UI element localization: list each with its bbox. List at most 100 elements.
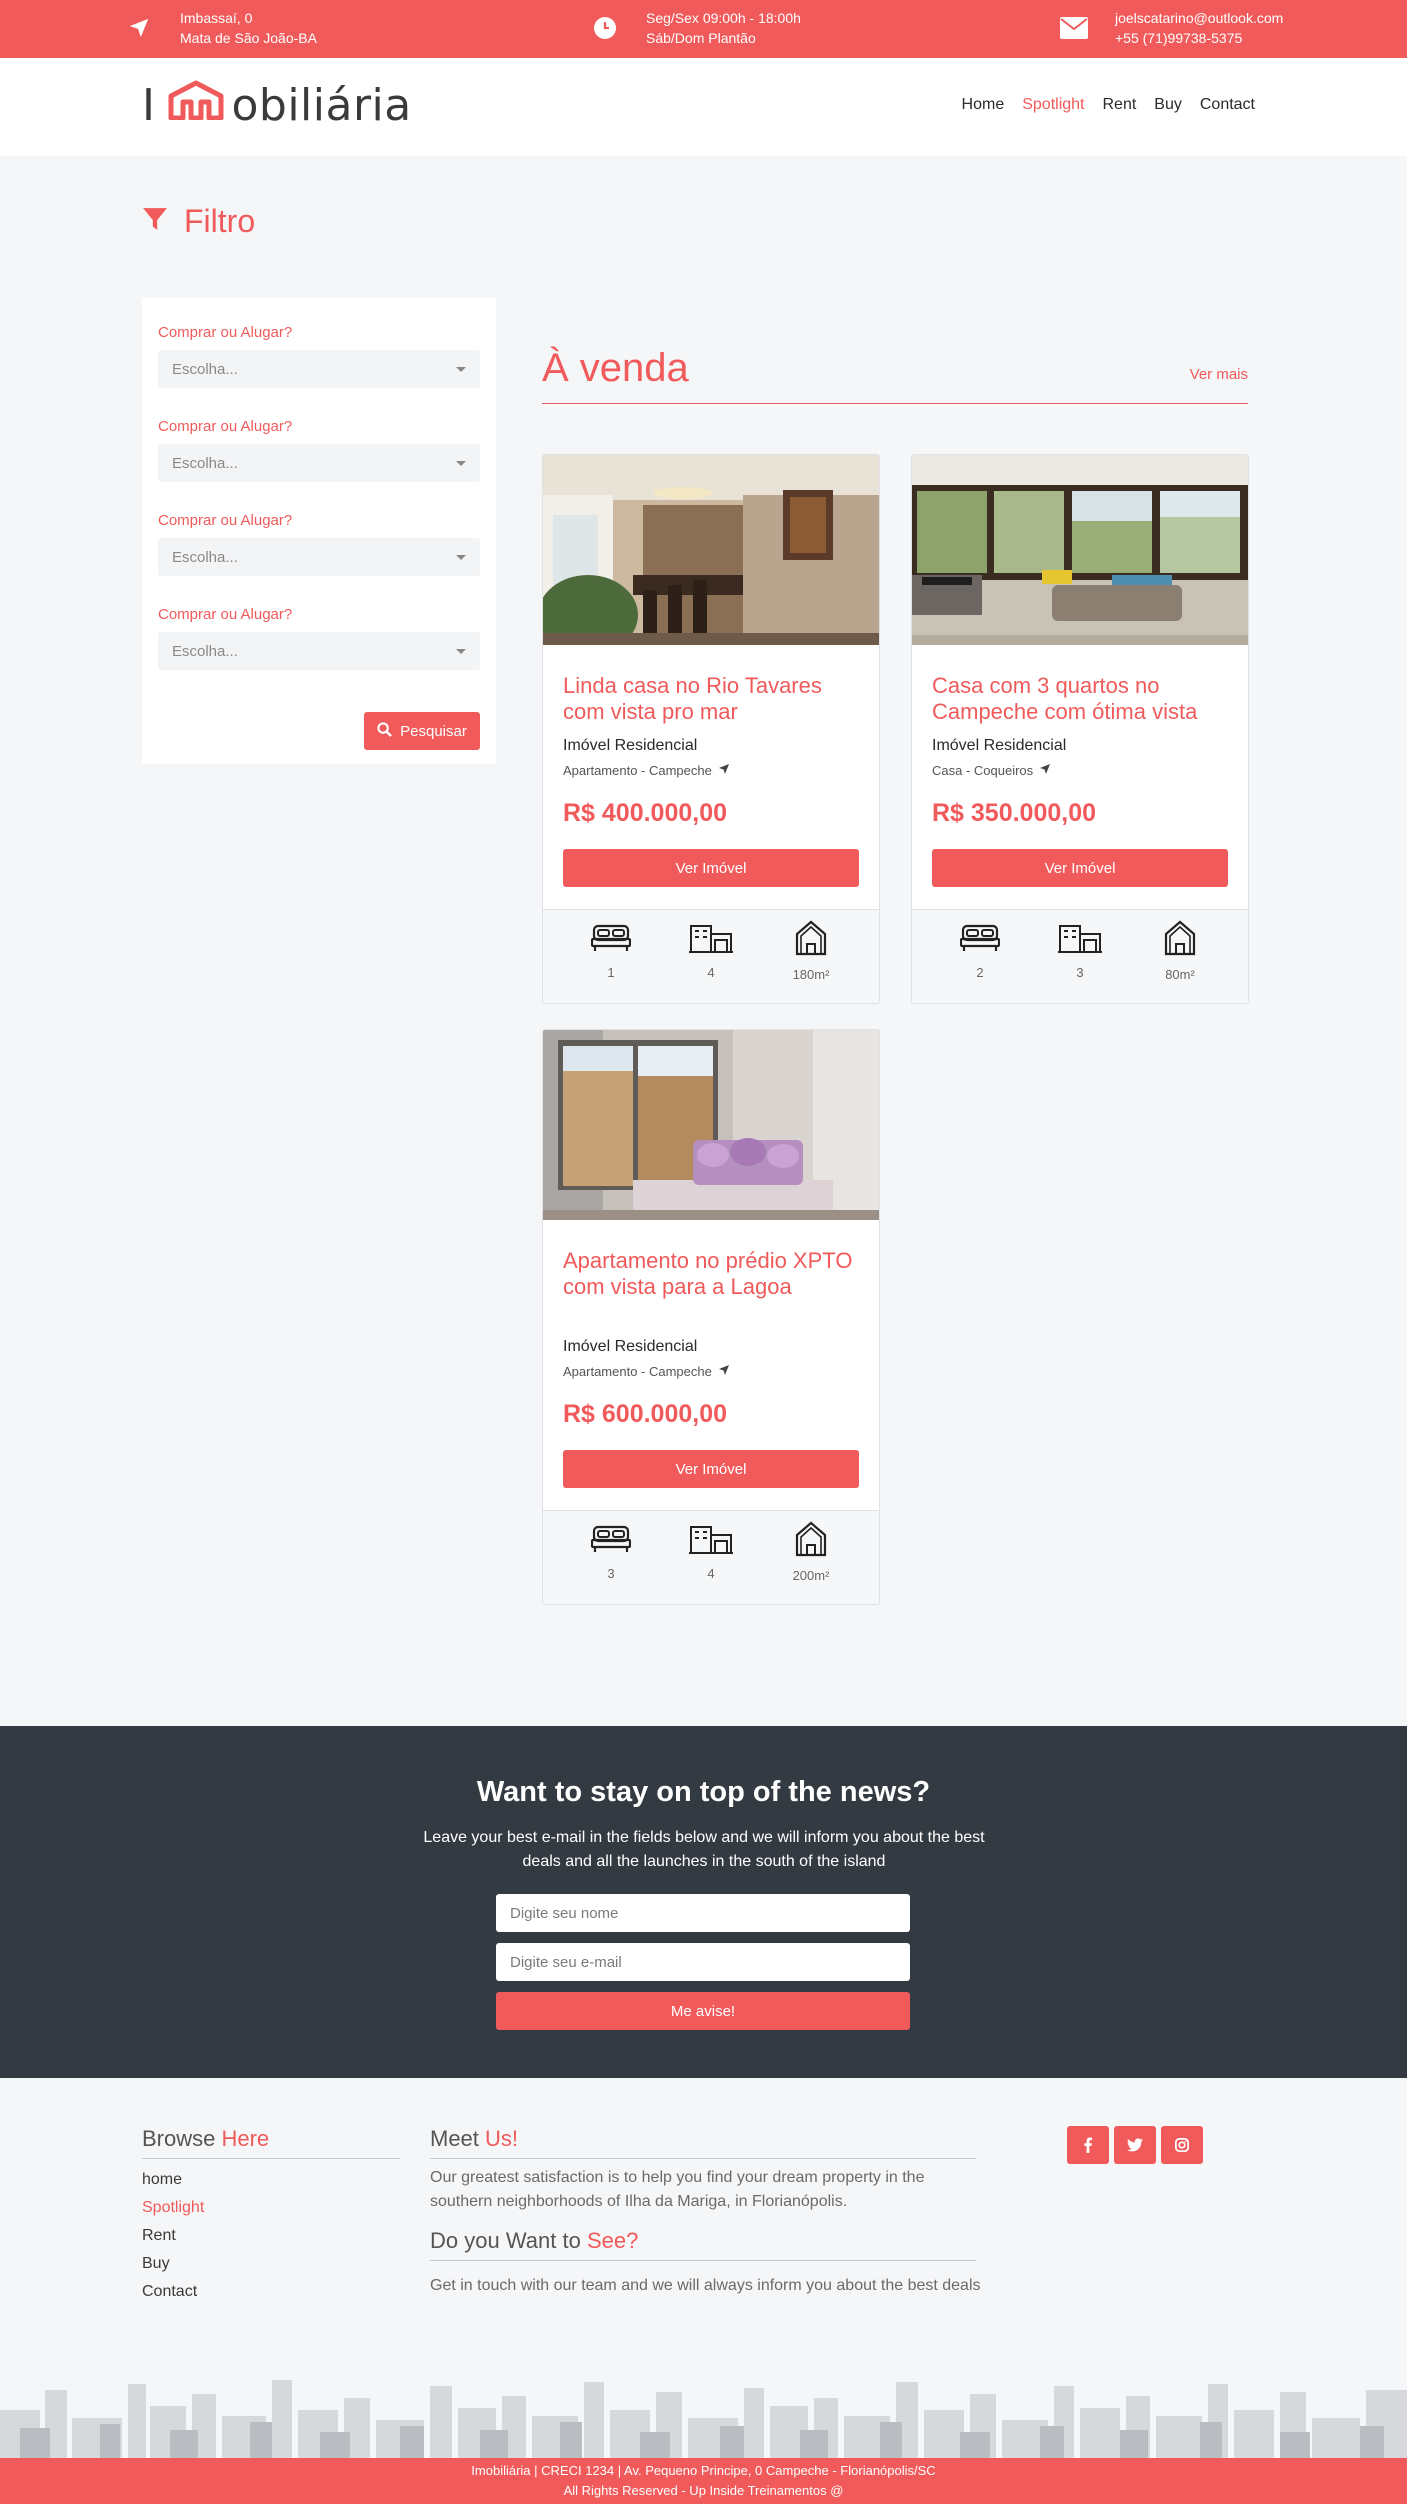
filter-group: Comprar ou Alugar? Escolha... (158, 418, 480, 482)
filter-group: Comprar ou Alugar? Escolha... (158, 324, 480, 388)
bedrooms-feature: 2 (950, 920, 1010, 980)
footer-link-contact[interactable]: Contact (142, 2278, 204, 2306)
filter-select[interactable]: Escolha... (158, 538, 480, 576)
area-value: 80m² (1165, 967, 1195, 982)
contact-email[interactable]: joelscatarino@outlook.com (1115, 8, 1283, 28)
nav-buy[interactable]: Buy (1154, 96, 1182, 114)
newsletter-email-input[interactable]: Digite seu e-mail (496, 1943, 910, 1981)
address-line-2: Mata de São João-BA (180, 30, 317, 46)
property-photo[interactable] (912, 455, 1248, 645)
see-heading-b: See? (586, 2228, 639, 2253)
search-icon (377, 721, 393, 741)
clock-icon (590, 13, 620, 43)
bedrooms-feature: 1 (581, 920, 641, 980)
property-type: Imóvel Residencial (563, 1338, 698, 1355)
facebook-icon[interactable] (1067, 2126, 1109, 2164)
garage-count: 4 (707, 965, 715, 980)
nav-rent[interactable]: Rent (1102, 96, 1136, 114)
hours-info: Seg/Sex 09:00h - 18:00h Sáb/Dom Plantão (590, 8, 801, 48)
bed-icon (959, 924, 1001, 951)
filter-label: Comprar ou Alugar? (158, 324, 293, 341)
filter-icon (142, 203, 168, 240)
property-features: 1 4 180m² (543, 909, 879, 1003)
property-price: R$ 400.000,00 (563, 799, 728, 827)
instagram-icon[interactable] (1161, 2126, 1203, 2164)
property-type: Imóvel Residencial (932, 737, 1067, 754)
bed-icon (590, 924, 632, 951)
caret-down-icon (456, 366, 466, 372)
filter-select[interactable]: Escolha... (158, 350, 480, 388)
area-feature: 200m² (781, 1521, 841, 1583)
property-location-text: Apartamento - Campeche (563, 763, 712, 778)
footer-link-spotlight[interactable]: Spotlight (142, 2194, 204, 2222)
filter-select[interactable]: Escolha... (158, 632, 480, 670)
logo-text-start: I (142, 79, 156, 131)
garage-feature: 4 (681, 920, 741, 980)
see-heading: Do you Want to See? (430, 2228, 976, 2261)
see-more-link[interactable]: Ver mais (1190, 366, 1248, 383)
property-location: Apartamento - Campeche (563, 1364, 730, 1379)
property-features: 2 3 80m² (912, 909, 1248, 1003)
newsletter-submit-button[interactable]: Me avise! (496, 1992, 910, 2030)
property-location-text: Apartamento - Campeche (563, 1364, 712, 1379)
listing-title: À venda (542, 346, 689, 390)
location-arrow-icon (124, 13, 154, 43)
bottom-bar: Imobiliária | CRECI 1234 | Av. Pequeno P… (0, 2458, 1407, 2504)
area-value: 200m² (792, 1568, 830, 1583)
footer-link-home[interactable]: home (142, 2166, 204, 2194)
nav-home[interactable]: Home (962, 96, 1005, 114)
select-placeholder: Escolha... (172, 454, 238, 472)
bedrooms-feature: 3 (581, 1521, 641, 1581)
hours-line-2: Sáb/Dom Plantão (646, 30, 756, 46)
filter-select[interactable]: Escolha... (158, 444, 480, 482)
search-button[interactable]: Pesquisar (364, 712, 480, 750)
bottom-line-2: All Rights Reserved - Up Inside Treiname… (563, 2483, 844, 2498)
nav-contact[interactable]: Contact (1200, 96, 1255, 114)
logo[interactable]: I obiliária (142, 79, 412, 131)
twitter-icon[interactable] (1114, 2126, 1156, 2164)
view-property-button[interactable]: Ver Imóvel (563, 849, 859, 887)
newsletter-text: Leave your best e-mail in the fields bel… (423, 1829, 985, 1870)
view-property-button[interactable]: Ver Imóvel (932, 849, 1228, 887)
contact-phone: +55 (71)99738-5375 (1115, 30, 1243, 46)
location-arrow-icon (718, 763, 730, 778)
see-heading-a: Do you Want to (430, 2228, 581, 2253)
bed-icon (590, 1525, 632, 1552)
property-title[interactable]: Casa com 3 quartos no Campeche com ótima… (932, 673, 1232, 725)
footer-link-buy[interactable]: Buy (142, 2250, 204, 2278)
property-title[interactable]: Apartamento no prédio XPTO com vista par… (563, 1248, 863, 1300)
filter-group: Comprar ou Alugar? Escolha... (158, 606, 480, 670)
footer-link-rent[interactable]: Rent (142, 2222, 204, 2250)
browse-heading-b: Here (221, 2126, 270, 2151)
newsletter-title: Want to stay on top of the news? (476, 1776, 931, 1808)
filter-group: Comprar ou Alugar? Escolha... (158, 512, 480, 576)
property-location-text: Casa - Coqueiros (932, 763, 1034, 778)
nav-spotlight[interactable]: Spotlight (1022, 96, 1084, 114)
property-price: R$ 350.000,00 (932, 799, 1097, 827)
area-feature: 180m² (781, 920, 841, 982)
newsletter-name-input[interactable]: Digite seu nome (496, 1894, 910, 1932)
property-features: 3 4 200m² (543, 1510, 879, 1604)
filter-panel: Comprar ou Alugar? Escolha... Comprar ou… (142, 298, 496, 764)
caret-down-icon (456, 460, 466, 466)
garage-icon (689, 1526, 733, 1554)
area-value: 180m² (792, 967, 830, 982)
property-card: Apartamento no prédio XPTO com vista par… (542, 1029, 880, 1605)
meet-heading-b: Us! (485, 2126, 519, 2151)
page: Imbassaí, 0 Mata de São João-BA Seg/Sex … (0, 0, 1407, 2504)
property-title[interactable]: Linda casa no Rio Tavares com vista pro … (563, 673, 863, 725)
filter-label: Comprar ou Alugar? (158, 512, 293, 529)
bedrooms-count: 3 (607, 1566, 615, 1581)
search-button-label: Pesquisar (400, 722, 467, 740)
view-property-button[interactable]: Ver Imóvel (563, 1450, 859, 1488)
main-nav: Home Spotlight Rent Buy Contact (944, 96, 1255, 114)
property-photo[interactable] (543, 1030, 879, 1220)
property-photo[interactable] (543, 455, 879, 645)
property-price: R$ 600.000,00 (563, 1400, 728, 1428)
logo-text-end: obiliária (231, 79, 412, 131)
house-icon (1164, 920, 1196, 956)
meet-heading-a: Meet (430, 2126, 479, 2151)
listing-header: À venda Ver mais (542, 344, 1248, 404)
select-placeholder: Escolha... (172, 360, 238, 378)
top-info-bar: Imbassaí, 0 Mata de São João-BA Seg/Sex … (0, 0, 1407, 58)
